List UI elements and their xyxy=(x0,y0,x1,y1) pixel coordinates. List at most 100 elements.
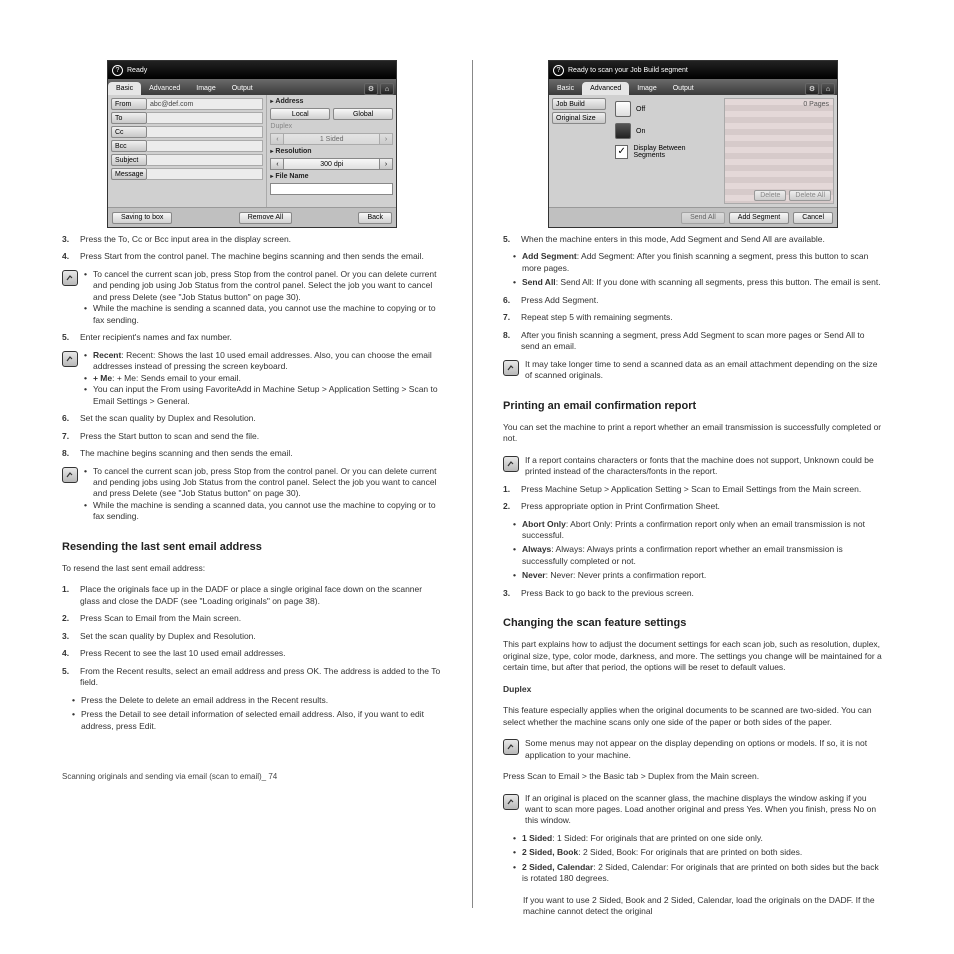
tab-basic[interactable]: Basic xyxy=(549,82,582,95)
left-note2-a: Recent: Shows the last 10 used email add… xyxy=(93,350,432,371)
duplex-prev-button[interactable]: ‹ xyxy=(270,133,284,145)
tab-advanced[interactable]: Advanced xyxy=(582,82,629,95)
toolbox-icon[interactable]: ⚙ xyxy=(805,83,819,95)
panel-footer: Send All Add Segment Cancel xyxy=(549,207,837,227)
opt-display: Display Between Segments xyxy=(633,145,715,159)
note-icon xyxy=(503,794,519,810)
resolution-prev-button[interactable]: ‹ xyxy=(270,158,284,170)
tab-basic[interactable]: Basic xyxy=(108,82,141,95)
subject-label[interactable]: Subject xyxy=(111,154,147,166)
dup-2cal-b: If you want to use 2 Sided, Book and 2 S… xyxy=(523,895,883,918)
filename-section: File Name xyxy=(270,173,393,180)
subject-input[interactable] xyxy=(147,154,263,166)
cancel-button[interactable]: Cancel xyxy=(793,212,833,224)
help-icon[interactable]: ? xyxy=(553,65,564,76)
to-label[interactable]: To xyxy=(111,112,147,124)
left-step-5: Enter recipient's names and fax number. xyxy=(80,332,232,343)
opt-off: Off xyxy=(636,106,645,113)
dup-1sided: 1 Sided: For originals that are printed … xyxy=(557,833,763,843)
left-note3-b: While the machine is sending a scanned d… xyxy=(93,500,442,523)
left-note1-b: While the machine is sending a scanned d… xyxy=(93,303,442,326)
confirm-note: If a report contains characters or fonts… xyxy=(525,455,883,478)
saving-to-box-button[interactable]: Saving to box xyxy=(112,212,172,224)
right-note3: If an original is placed on the scanner … xyxy=(525,793,883,827)
tab-advanced[interactable]: Advanced xyxy=(141,82,188,95)
from-input[interactable]: abc@def.com xyxy=(147,98,263,110)
confirm-heading: Printing an email confirmation report xyxy=(503,400,883,412)
left-step-8: The machine begins scanning and then sen… xyxy=(80,448,293,459)
tab-image[interactable]: Image xyxy=(629,82,664,95)
right-step-7: Repeat step 5 with remaining segments. xyxy=(521,312,673,323)
side-original-size[interactable]: Original Size xyxy=(552,112,606,124)
cc-input[interactable] xyxy=(147,126,263,138)
left-note3-a: To cancel the current scan job, press St… xyxy=(93,466,442,500)
preview-btn-1[interactable]: Delete xyxy=(754,190,786,201)
address-local-button[interactable]: Local xyxy=(270,108,330,120)
left-step-7: Press the Start button to scan and send … xyxy=(80,431,259,442)
preview-btn-2[interactable]: Delete All xyxy=(789,190,831,201)
to-input[interactable] xyxy=(147,112,263,124)
help-icon[interactable]: ? xyxy=(112,65,123,76)
tab-output[interactable]: Output xyxy=(224,82,261,95)
from-label[interactable]: From xyxy=(111,98,147,110)
message-input[interactable] xyxy=(147,168,263,180)
confirm-step-3: Press Back to go back to the previous sc… xyxy=(521,588,694,599)
left-step-4: Press Start from the control panel. The … xyxy=(80,251,424,262)
left-note2-c: You can input the From using FavoriteAdd… xyxy=(93,384,442,407)
send-all-button[interactable]: Send All xyxy=(681,212,725,224)
back-button[interactable]: Back xyxy=(358,212,392,224)
left-note2-b: + Me: Sends email to your email. xyxy=(117,373,241,383)
opt-on: On xyxy=(636,128,645,135)
cc-label[interactable]: Cc xyxy=(111,126,147,138)
tab-image[interactable]: Image xyxy=(188,82,223,95)
remove-all-button[interactable]: Remove All xyxy=(239,212,292,224)
home-icon[interactable]: ⌂ xyxy=(821,83,835,95)
changing-p1: This part explains how to adjust the doc… xyxy=(503,639,883,673)
display-between-checkbox[interactable]: ✓ xyxy=(615,145,628,159)
bcc-label[interactable]: Bcc xyxy=(111,140,147,152)
duplex-subheading: Duplex xyxy=(503,684,531,694)
page-footnote: Scanning originals and sending via email… xyxy=(62,772,442,781)
resolution-next-button[interactable]: › xyxy=(379,158,393,170)
right-note1: It may take longer time to send a scanne… xyxy=(525,359,883,382)
left-resend-4: Press Recent to see the last 10 used ema… xyxy=(80,648,286,659)
address-section: Address xyxy=(270,98,393,105)
recent-del: Press the Delete to delete an email addr… xyxy=(81,695,328,706)
add-segment-button[interactable]: Add Segment xyxy=(729,212,789,224)
tab-row: Basic Advanced Image Output ⚙ ⌂ xyxy=(108,79,396,95)
note-icon xyxy=(503,739,519,755)
bcc-input[interactable] xyxy=(147,140,263,152)
confirm-never: Never: Never prints a confirmation repor… xyxy=(550,570,706,580)
note-icon xyxy=(62,467,78,483)
on-icon[interactable] xyxy=(615,123,631,139)
right-step-8: After you finish scanning a segment, pre… xyxy=(521,330,883,353)
titlebar: ? Ready xyxy=(108,61,396,79)
message-label[interactable]: Message xyxy=(111,168,147,180)
pages-count: 0 Pages xyxy=(803,101,829,108)
confirm-abort: Abort Only: Prints a confirmation report… xyxy=(522,519,865,540)
note-icon xyxy=(62,351,78,367)
sendall-desc: Send All: If you done with scanning all … xyxy=(560,277,880,287)
tab-output[interactable]: Output xyxy=(665,82,702,95)
left-resend-2: Press Scan to Email from the Main screen… xyxy=(80,613,241,624)
dup-2book: 2 Sided, Book: For originals that are pr… xyxy=(583,847,802,857)
duplex-next-button[interactable]: › xyxy=(379,133,393,145)
note-icon xyxy=(503,360,519,376)
left-note1-a: To cancel the current scan job, press St… xyxy=(93,269,442,303)
side-job-build[interactable]: Job Build xyxy=(552,98,606,110)
duplex-p: This feature especially applies when the… xyxy=(503,705,883,728)
titlebar-text: Ready to scan your Job Build segment xyxy=(568,67,688,74)
confirm-intro: You can set the machine to print a repor… xyxy=(503,422,883,445)
scan-email-basic-panel: ? Ready Basic Advanced Image Output ⚙ ⌂ … xyxy=(107,60,397,228)
address-global-button[interactable]: Global xyxy=(333,108,393,120)
resolution-value: 300 dpi xyxy=(284,158,379,170)
note-icon xyxy=(62,270,78,286)
filename-input[interactable] xyxy=(270,183,393,195)
left-resend-5: From the Recent results, select an email… xyxy=(80,666,442,689)
changing-heading: Changing the scan feature settings xyxy=(503,617,883,629)
panel-footer: Saving to box Remove All Back xyxy=(108,207,396,227)
toolbox-icon[interactable]: ⚙ xyxy=(364,83,378,95)
note-icon xyxy=(503,456,519,472)
off-icon[interactable] xyxy=(615,101,631,117)
home-icon[interactable]: ⌂ xyxy=(380,83,394,95)
